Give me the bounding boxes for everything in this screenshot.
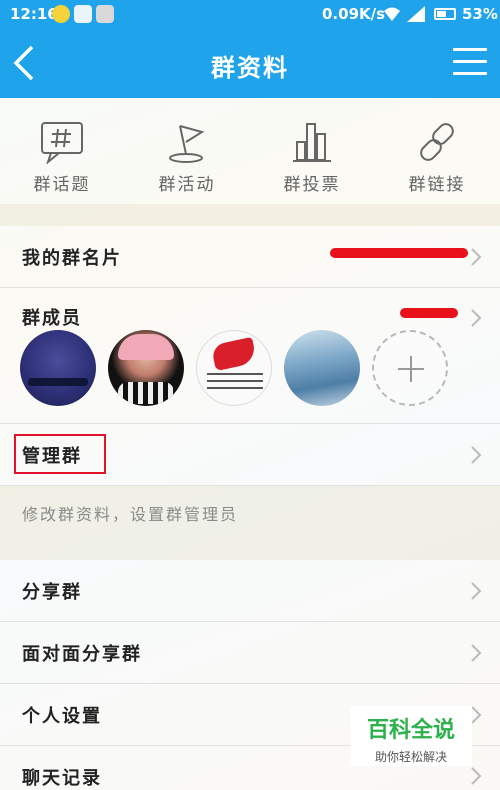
- avatar[interactable]: [196, 330, 272, 406]
- quick-action-link[interactable]: 群链接: [387, 120, 487, 195]
- quick-action-vote[interactable]: 群投票: [262, 120, 362, 195]
- watermark-logo: 百科全说 助你轻松解决: [350, 706, 472, 766]
- chevron-right-icon: [470, 308, 482, 328]
- app-notification-icon: [52, 5, 70, 23]
- quick-action-event[interactable]: 群活动: [137, 120, 237, 195]
- row-label: 我的群名片: [22, 248, 122, 269]
- avatar[interactable]: [284, 330, 360, 406]
- share-group-row[interactable]: 分享群: [0, 560, 500, 622]
- row-label: 面对面分享群: [22, 644, 142, 665]
- battery-icon: [434, 8, 456, 20]
- quick-action-topic[interactable]: 群话题: [12, 120, 112, 195]
- watermark-subtitle: 助你轻松解决: [374, 750, 447, 764]
- redacted-value: [400, 308, 458, 318]
- link-icon: [420, 123, 454, 161]
- hashtag-icon: [41, 122, 83, 164]
- wifi-icon: [384, 7, 400, 21]
- status-time: 12:16: [10, 5, 58, 23]
- quick-action-label: 群活动: [158, 175, 216, 195]
- quick-action-label: 群话题: [33, 175, 91, 195]
- avatar[interactable]: [20, 330, 96, 406]
- chevron-right-icon: [470, 445, 482, 465]
- app-notification-icon: [96, 5, 114, 23]
- nav-bar: 群资料: [0, 28, 500, 98]
- app-notification-icon: [74, 5, 92, 23]
- quick-actions: 群话题 群活动 群投票 群链接: [0, 98, 500, 204]
- flag-icon: [169, 125, 205, 163]
- chevron-right-icon: [470, 643, 482, 663]
- chevron-right-icon: [470, 247, 482, 267]
- quick-action-label: 群链接: [408, 175, 466, 195]
- signal-icon: [407, 6, 425, 22]
- row-label: 分享群: [22, 582, 82, 603]
- manage-hint-text: 修改群资料，设置群管理员: [22, 505, 239, 524]
- section-gap: [0, 204, 500, 226]
- menu-icon[interactable]: [453, 48, 487, 78]
- status-bar: 12:16 0.09K/s 53%: [0, 0, 500, 28]
- network-speed: 0.09K/s: [322, 5, 386, 23]
- manage-group-row[interactable]: 管理群: [0, 424, 500, 486]
- page-title: 群资料: [211, 54, 289, 82]
- battery-percent: 53%: [462, 5, 498, 23]
- group-members-row[interactable]: 群成员: [0, 288, 500, 424]
- row-label: 聊天记录: [22, 768, 102, 789]
- quick-action-label: 群投票: [283, 175, 341, 195]
- bar-chart-icon: [293, 123, 331, 162]
- my-group-card-row[interactable]: 我的群名片: [0, 226, 500, 288]
- watermark-title: 百科全说: [366, 718, 455, 743]
- chevron-right-icon: [470, 581, 482, 601]
- manage-hint-area: 修改群资料，设置群管理员: [0, 486, 500, 560]
- add-member-button[interactable]: [372, 330, 448, 406]
- avatar[interactable]: [108, 330, 184, 406]
- redacted-value: [330, 248, 468, 258]
- row-label: 个人设置: [22, 706, 102, 727]
- row-label: 管理群: [22, 446, 82, 467]
- face-to-face-share-row[interactable]: 面对面分享群: [0, 622, 500, 684]
- chevron-right-icon: [470, 766, 482, 786]
- row-label: 群成员: [22, 308, 82, 329]
